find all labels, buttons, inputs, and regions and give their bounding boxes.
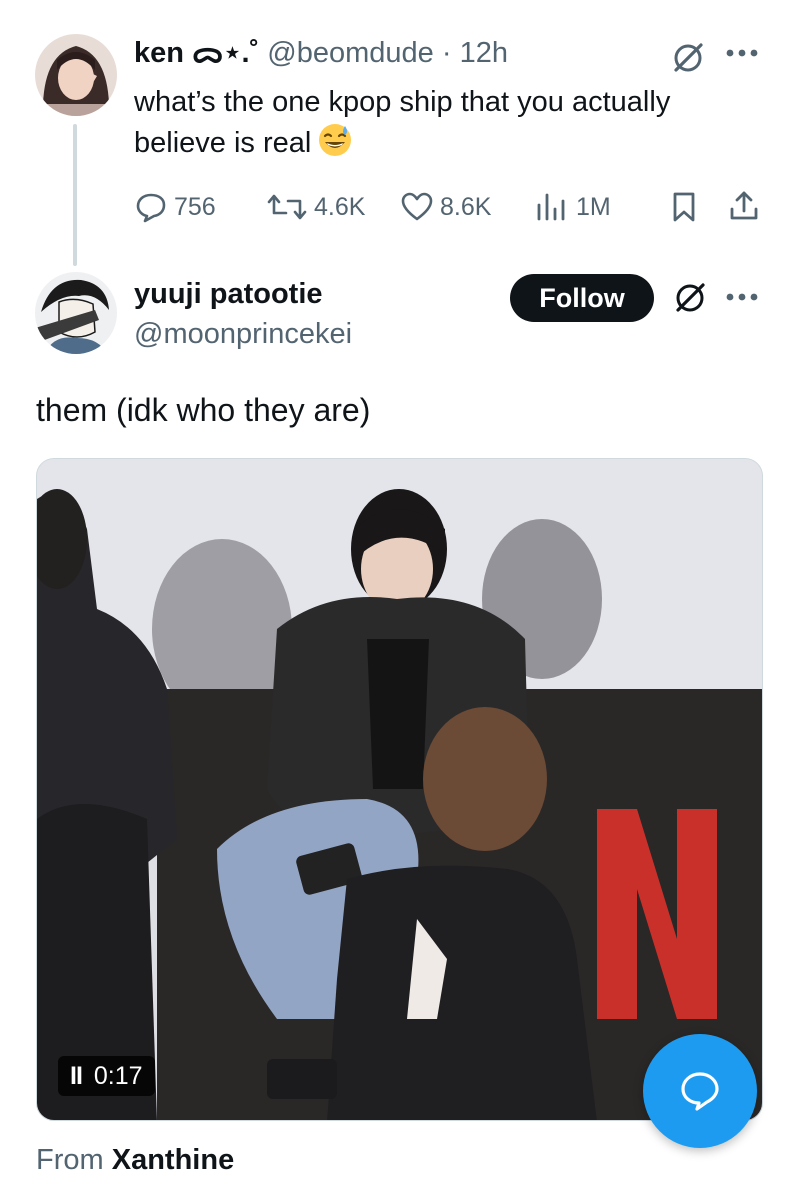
grok-icon[interactable] [668,38,708,78]
avatar-yuuji[interactable] [35,272,117,354]
author-name[interactable]: ken ᯅ⋆.˚ [134,37,259,69]
compose-reply-fab[interactable] [643,1034,757,1148]
video-source-attribution: From Xanthine [36,1142,234,1178]
views-button[interactable]: 1M [534,190,611,224]
separator-dot: · [441,37,452,69]
original-post-text: what’s the one kpop ship that you actual… [134,82,754,163]
reply-count: 756 [174,192,216,221]
bookmark-icon[interactable] [666,190,702,224]
avatar-ken[interactable] [35,34,117,116]
share-icon[interactable] [726,188,762,224]
repost-button[interactable]: 4.6K [266,190,365,224]
reply-bubble-icon [136,193,166,223]
views-chart-icon [537,193,565,221]
like-button[interactable]: 8.6K [400,190,491,224]
thread-connector-line [73,124,77,266]
like-count: 8.6K [440,192,492,221]
reply-author-handle[interactable]: @moonprincekei [134,316,352,352]
heart-icon [401,192,433,221]
author-handle[interactable]: @beomdude [267,37,434,69]
reply-author-name[interactable]: yuuji patootie [134,276,323,312]
follow-button[interactable]: Follow [510,274,654,322]
post-text: what’s the one kpop ship that you actual… [134,86,671,159]
pause-icon[interactable]: II [70,1062,83,1091]
reply-text: them (idk who they are) [36,392,371,428]
source-prefix: From [36,1144,104,1176]
more-options-icon[interactable] [722,38,762,68]
grok-icon[interactable] [670,278,710,318]
video-timestamp-badge[interactable]: II 0:17 [58,1056,155,1096]
repost-icon [267,194,307,220]
video-frame-image [37,459,762,1120]
chat-bubble-icon [681,1072,719,1111]
views-count: 1M [576,192,611,221]
reply-button[interactable]: 756 [134,190,216,224]
repost-count: 4.6K [314,192,366,221]
post-time[interactable]: 12h [460,37,508,69]
sweat-smile-emoji-icon [317,122,353,158]
more-options-icon[interactable] [722,282,762,312]
source-name[interactable]: Xanthine [112,1144,234,1176]
video-player[interactable] [36,458,763,1121]
original-post-header: ken ᯅ⋆.˚ @beomdude · 12h [134,34,508,72]
video-time: 0:17 [93,1061,143,1090]
